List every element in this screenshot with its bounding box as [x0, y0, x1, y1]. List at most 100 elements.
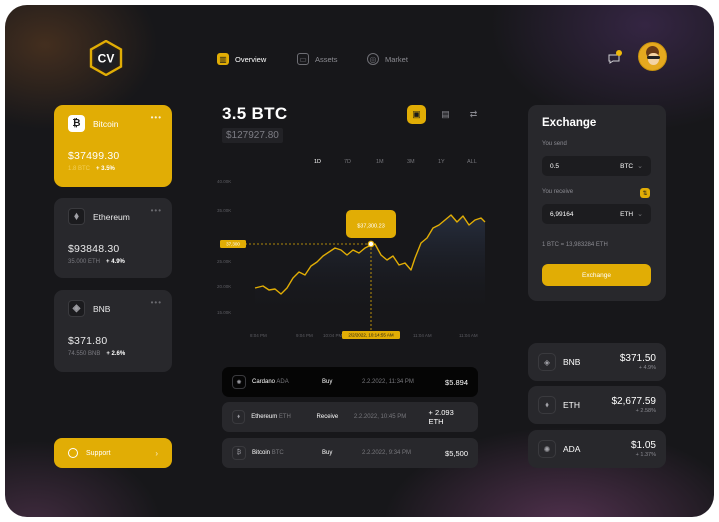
svg-text:$37,300.23: $37,300.23: [357, 224, 385, 230]
y-tick: 15.00K: [217, 310, 231, 315]
nav-market[interactable]: ◎ Market: [367, 53, 408, 65]
support-label: Support: [86, 449, 111, 457]
range-1m[interactable]: 1M: [376, 159, 384, 165]
wallet-card-name: Bitcoin: [93, 118, 119, 129]
support-button[interactable]: Support ›: [54, 438, 172, 468]
wallet-card-qty: 74.550 BNB: [68, 351, 101, 357]
transaction-type: Receive: [316, 414, 339, 420]
wallet-card-change: + 3.5%: [96, 166, 115, 172]
y-tick: 25.00K: [217, 259, 231, 264]
ethereum-icon: ⬧: [232, 410, 246, 424]
transaction-row[interactable]: ₿ Bitcoin BTC Buy 2.2.2022, 9:34 PM $5,5…: [222, 438, 478, 468]
range-7d[interactable]: 7D: [344, 159, 351, 165]
asset-row-bnb[interactable]: ◈ BNB $371.50 + 4.9%: [528, 343, 666, 381]
logo-icon[interactable]: CV: [88, 40, 124, 76]
more-icon[interactable]: •••: [151, 206, 162, 215]
asset-name: BNB: [563, 357, 581, 367]
more-icon[interactable]: •••: [151, 113, 162, 122]
wallet-card-amount: $371.80: [68, 335, 108, 347]
asset-price: $2,677.59: [611, 396, 657, 407]
exchange-rate: 1 BTC = 13,983284 ETH: [542, 242, 608, 248]
wallet-card-change: + 2.6%: [106, 351, 126, 357]
transaction-coin: Ethereum ETH: [251, 414, 291, 420]
receive-input[interactable]: 6,99164 ETH ⌄: [542, 204, 651, 224]
range-1y[interactable]: 1Y: [438, 159, 445, 165]
swap-button[interactable]: ⇅: [640, 188, 650, 198]
notification-dot: [616, 50, 622, 56]
swap-icon: ⇅: [642, 190, 648, 197]
range-1d[interactable]: 1D: [314, 159, 321, 165]
nav-assets[interactable]: ▭ Assets: [297, 53, 338, 65]
y-tick: 40.00K: [217, 179, 231, 184]
wallet-card-change: + 4.9%: [106, 259, 125, 265]
bnb-icon: ◈: [68, 300, 85, 317]
y-tick: 20.00K: [217, 284, 231, 289]
transaction-amount: $5,500: [445, 448, 468, 458]
ethereum-icon: ⬧: [68, 208, 85, 225]
transaction-row[interactable]: ✺ Cardano ADA Buy 2.2.2022, 11:34 PM $5.…: [222, 367, 478, 397]
bitcoin-icon: ₿: [232, 446, 246, 460]
wallet-card-qty: 1.8 BTC: [68, 166, 91, 172]
range-3m[interactable]: 3M: [407, 159, 415, 165]
avatar[interactable]: [638, 42, 667, 71]
wallet-view-button[interactable]: ▣: [407, 105, 426, 124]
asset-row-ada[interactable]: ✺ ADA $1.05 + 1.37%: [528, 430, 666, 468]
send-currency-select[interactable]: BTC ⌄: [620, 162, 643, 171]
transaction-coin: Cardano ADA: [252, 379, 289, 385]
nav-overview[interactable]: ▥ Overview: [217, 53, 266, 65]
send-label: You send: [542, 141, 567, 147]
receive-currency-select[interactable]: ETH ⌄: [620, 210, 643, 219]
transaction-row[interactable]: ⬧ Ethereum ETH Receive 2.2.2022, 10:45 P…: [222, 402, 478, 432]
swap-view-button[interactable]: ⇄: [464, 105, 483, 124]
wallet-card-ethereum[interactable]: ⬧ Ethereum ••• $93848.30 35.000 ETH + 4.…: [54, 198, 172, 278]
asset-name: ETH: [563, 400, 580, 410]
send-value: 0.5: [550, 162, 560, 170]
chevron-down-icon: ⌄: [637, 163, 643, 170]
svg-text:CV: CV: [98, 52, 115, 66]
receive-currency: ETH: [620, 210, 634, 218]
asset-name: ADA: [563, 444, 581, 454]
balance-amount: 3.5 BTC: [222, 104, 288, 123]
svg-text:37,300: 37,300: [226, 242, 240, 247]
bnb-icon: ◈: [538, 353, 556, 371]
receive-value: 6,99164: [550, 210, 574, 218]
card-view-button[interactable]: ▤: [436, 105, 455, 124]
x-tick: 11:04 AM: [413, 333, 432, 338]
wallet-card-bitcoin[interactable]: ₿ Bitcoin ••• $37499.30 1.8 BTC + 3.5%: [54, 105, 172, 187]
nav-overview-label: Overview: [235, 54, 267, 64]
asset-price: $1.05: [630, 440, 656, 451]
exchange-button[interactable]: Exchange: [542, 264, 651, 286]
wallet-icon: ▣: [412, 109, 421, 119]
send-currency: BTC: [620, 162, 634, 170]
wallet-card-qty: 35.000 ETH: [68, 259, 101, 265]
cardano-icon: ✺: [538, 440, 556, 458]
balance-usd: $127927.80: [222, 128, 283, 143]
wallet-card-amount: $37499.30: [68, 150, 120, 162]
chevron-down-icon: ⌄: [637, 211, 643, 218]
send-input[interactable]: 0.5 BTC ⌄: [542, 156, 651, 176]
range-all[interactable]: ALL: [467, 159, 477, 165]
transaction-amount: $5.894: [445, 377, 468, 387]
wallet-card-bnb[interactable]: ◈ BNB ••• $371.80 74.550 BNB + 2.6%: [54, 290, 172, 372]
svg-text:2/2/2022, 10:14:55 AM: 2/2/2022, 10:14:55 AM: [348, 333, 394, 338]
x-tick: 9:04 PM: [296, 333, 313, 338]
price-chart[interactable]: 40.00K 35.00K 25.00K 20.00K 15.00K 37,30…: [215, 170, 486, 345]
more-icon[interactable]: •••: [151, 298, 162, 307]
chart-point[interactable]: [367, 240, 375, 248]
x-tick: 8:04 PM: [250, 333, 267, 338]
asset-price: $371.50: [619, 353, 656, 364]
wallet-icon: ▭: [297, 53, 309, 65]
support-icon: [68, 448, 78, 458]
y-tick: 35.00K: [217, 208, 231, 213]
card-icon: ▤: [441, 109, 450, 119]
chevron-right-icon: ›: [155, 448, 158, 458]
x-tick: 10:04 PM: [323, 333, 343, 338]
exchange-panel: Exchange You send 0.5 BTC ⌄ You receive …: [528, 105, 666, 301]
bitcoin-icon: ₿: [68, 115, 85, 132]
wallet-card-name: Ethereum: [93, 211, 130, 222]
receive-label: You receive: [542, 189, 574, 195]
asset-row-eth[interactable]: ⬧ ETH $2,677.59 + 2.58%: [528, 386, 666, 424]
transaction-type: Buy: [322, 379, 333, 385]
transaction-coin: Bitcoin BTC: [252, 450, 284, 456]
x-tick: 11:04 AM: [459, 333, 478, 338]
